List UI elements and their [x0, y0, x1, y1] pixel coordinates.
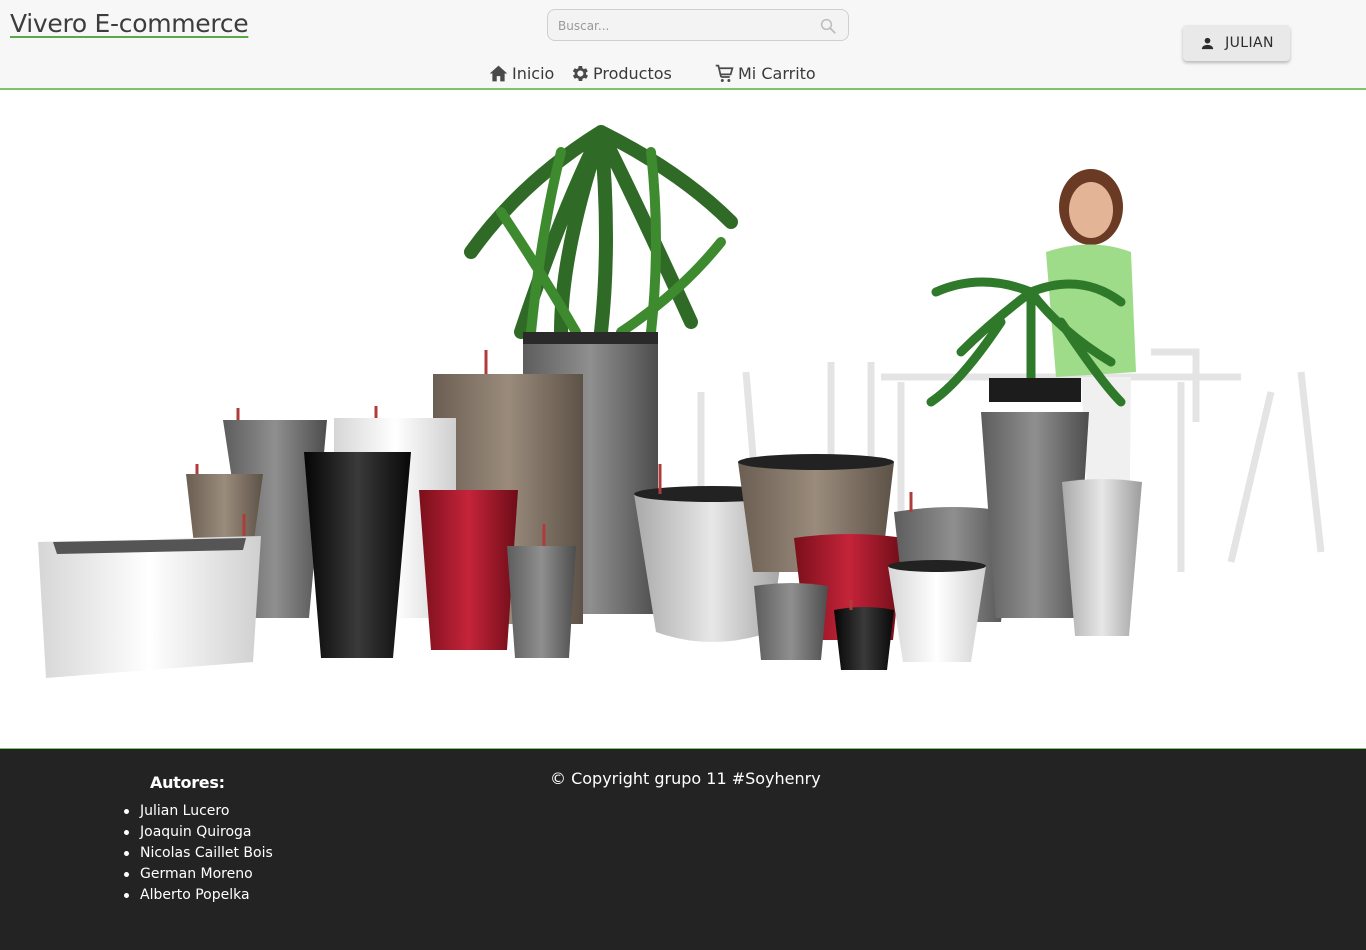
home-icon	[489, 65, 508, 81]
authors-list: Julian Lucero Joaquin Quiroga Nicolas Ca…	[124, 801, 273, 906]
cart-icon	[715, 64, 734, 82]
user-name: JULIAN	[1225, 35, 1274, 51]
author-item: Julian Lucero	[124, 801, 273, 822]
nav-productos[interactable]: Productos	[569, 62, 672, 84]
nav-inicio-label: Inicio	[512, 63, 555, 83]
author-item: Nicolas Caillet Bois	[124, 843, 273, 864]
hero-banner-image	[1, 92, 1365, 690]
nav-carrito-label: Mi Carrito	[738, 63, 816, 83]
search-input[interactable]	[558, 17, 808, 35]
search-box[interactable]	[547, 9, 849, 41]
nav-inicio[interactable]: Inicio	[488, 62, 554, 84]
brand-link[interactable]: Vivero E-commerce	[10, 9, 249, 38]
gear-icon	[572, 65, 588, 81]
author-item: Alberto Popelka	[124, 885, 273, 906]
author-item: Joaquin Quiroga	[124, 822, 273, 843]
nav-productos-label: Productos	[593, 63, 672, 83]
author-item: German Moreno	[124, 864, 273, 885]
copyright-text: © Copyright grupo 11 #Soyhenry	[550, 769, 821, 788]
search-icon[interactable]	[819, 17, 837, 35]
nav-mi-carrito[interactable]: Mi Carrito	[714, 62, 816, 84]
user-account-button[interactable]: JULIAN	[1183, 25, 1290, 61]
top-header: Vivero E-commerce JULIAN Inicio Producto…	[0, 0, 1366, 90]
authors-heading: Autores:	[150, 773, 225, 792]
page-footer: Autores: Julian Lucero Joaquin Quiroga N…	[0, 748, 1366, 950]
person-icon	[1201, 37, 1214, 49]
